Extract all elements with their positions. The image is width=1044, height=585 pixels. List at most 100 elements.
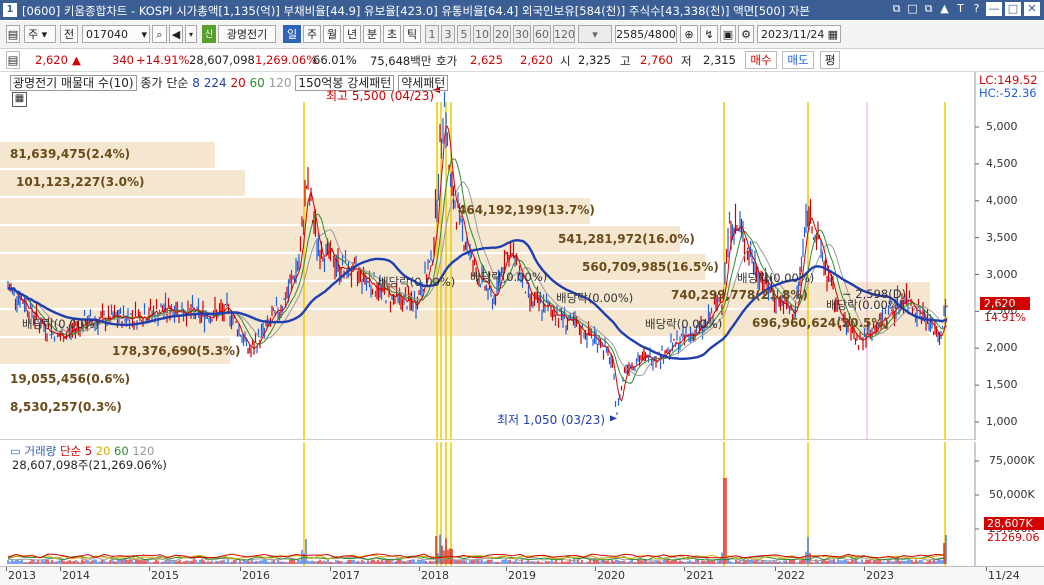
font-icon[interactable]: T bbox=[954, 2, 967, 16]
high-price: 2,760 bbox=[640, 53, 673, 67]
sell-button[interactable]: 매도 bbox=[782, 51, 814, 69]
save-icon[interactable]: ▣ bbox=[720, 25, 736, 43]
copy-icon[interactable]: ⧉ bbox=[922, 2, 935, 16]
vma-120[interactable]: 120 bbox=[132, 444, 154, 458]
profile-label: 696,960,624(20.5%) bbox=[752, 316, 889, 330]
stock-code-input[interactable]: 017040 ▾ bbox=[82, 25, 150, 43]
vma-60[interactable]: 60 bbox=[114, 444, 129, 458]
x-tick-label: 2013 bbox=[8, 569, 36, 582]
x-tick-label: 2022 bbox=[777, 569, 805, 582]
volume-ma-label[interactable]: 단순 bbox=[60, 444, 81, 458]
period-month-button[interactable]: 월 bbox=[323, 25, 341, 43]
window-title: [0600] 키움종합차트 - KOSPI 시가총액[1,135(억)] 부채비… bbox=[22, 4, 810, 18]
x-tick-mark bbox=[684, 567, 685, 571]
window-controls: ⧉ □ ⧉ ▲ T ? — □ ✕ bbox=[890, 2, 1040, 16]
minimize-button[interactable]: — bbox=[986, 2, 1002, 16]
vol-tick: 50,000K bbox=[989, 488, 1035, 501]
y-tick-label: 4,500 bbox=[986, 156, 1018, 170]
price-change-pct: +14.91% bbox=[136, 53, 190, 67]
market-select[interactable]: 주 ▾ bbox=[24, 25, 56, 43]
bid-price: 2,620 bbox=[520, 53, 553, 67]
last-volume-pct: 21269.06 bbox=[987, 531, 1040, 544]
minute-60-button[interactable]: 60 bbox=[533, 25, 551, 43]
custom-period-select[interactable]: ▾ bbox=[578, 25, 612, 43]
arrow-down-icon[interactable]: ▾ bbox=[185, 25, 197, 43]
low-price: 2,315 bbox=[703, 53, 736, 67]
profile-indicator-label[interactable]: 광명전기 매물대 수(10) bbox=[10, 75, 137, 91]
vol-tick: 75,000K bbox=[989, 454, 1035, 467]
volume-pct: 1,269.06% bbox=[255, 53, 318, 67]
ma-label[interactable]: 종가 단순 bbox=[140, 76, 188, 90]
help-icon[interactable]: ? bbox=[970, 2, 983, 16]
open-label: 시 bbox=[560, 54, 571, 68]
x-tick-mark bbox=[775, 567, 776, 571]
x-tick-label: 2018 bbox=[421, 569, 449, 582]
dividend-label: 배당락(0.00%) bbox=[645, 317, 723, 331]
y-tick-label: 2,000 bbox=[986, 341, 1018, 355]
y-tick-label: 1,500 bbox=[986, 378, 1018, 392]
buy-button[interactable]: 매수 bbox=[745, 51, 777, 69]
price-chart[interactable] bbox=[0, 72, 1044, 440]
period-second-button[interactable]: 초 bbox=[383, 25, 401, 43]
link-icon[interactable]: ⧉ bbox=[890, 2, 903, 16]
y-tick-label: 1,000 bbox=[986, 415, 1018, 428]
minute-5-button[interactable]: 5 bbox=[457, 25, 471, 43]
minute-10-button[interactable]: 10 bbox=[473, 25, 491, 43]
x-tick-mark bbox=[60, 567, 61, 571]
grid-icon[interactable]: ▦ bbox=[12, 92, 27, 107]
minute-3-button[interactable]: 3 bbox=[441, 25, 455, 43]
data-count-field[interactable]: 2585/4800 bbox=[615, 25, 677, 43]
list-icon[interactable]: ▤ bbox=[6, 25, 20, 43]
minute-1-button[interactable]: 1 bbox=[425, 25, 439, 43]
period-tick-button[interactable]: 틱 bbox=[403, 25, 421, 43]
vma-20[interactable]: 20 bbox=[96, 444, 111, 458]
period-year-button[interactable]: 년 bbox=[343, 25, 361, 43]
vma-5[interactable]: 5 bbox=[85, 444, 92, 458]
ma-120[interactable]: 120 bbox=[269, 76, 292, 90]
zoom-icon[interactable]: ⊕ bbox=[680, 25, 698, 43]
minute-120-button[interactable]: 120 bbox=[553, 25, 575, 43]
ma-20[interactable]: 20 bbox=[230, 76, 245, 90]
stock-code-value: 017040 bbox=[86, 28, 128, 41]
pin-icon[interactable]: ▲ bbox=[938, 2, 951, 16]
profile-label: 19,055,456(0.6%) bbox=[10, 372, 131, 386]
profile-label: 560,709,985(16.5%) bbox=[582, 260, 719, 274]
chart-type-icon[interactable]: ↯ bbox=[700, 25, 718, 43]
minute-20-button[interactable]: 20 bbox=[493, 25, 511, 43]
close-button[interactable]: ✕ bbox=[1024, 2, 1040, 16]
restore-icon[interactable]: □ bbox=[906, 2, 919, 16]
x-tick-mark bbox=[419, 567, 420, 571]
volume-title[interactable]: 거래량 bbox=[25, 444, 57, 458]
settings-icon[interactable]: ⚙ bbox=[738, 25, 754, 43]
range-note: ~ 2,598(D) bbox=[842, 287, 907, 301]
profile-label: 740,299,778(21.8%) bbox=[671, 288, 808, 302]
profile-label: 8,530,257(0.3%) bbox=[10, 400, 122, 414]
period-day-button[interactable]: 일 bbox=[283, 25, 301, 43]
ma-224[interactable]: 224 bbox=[204, 76, 227, 90]
ma-60[interactable]: 60 bbox=[250, 76, 265, 90]
stock-name-field[interactable]: 광명전기 bbox=[218, 25, 276, 43]
minute-30-button[interactable]: 30 bbox=[513, 25, 531, 43]
calendar-icon: ▦ bbox=[827, 28, 838, 41]
low-annotation: 최저 1,050 (03/23) bbox=[497, 413, 606, 427]
date-field[interactable]: 2023/11/24 ▦ bbox=[757, 25, 841, 43]
period-minute-button[interactable]: 분 bbox=[363, 25, 381, 43]
market-select-value: 주 bbox=[28, 28, 39, 41]
prev-button[interactable]: 전 bbox=[60, 25, 78, 43]
speaker-icon[interactable]: ◀ bbox=[169, 25, 183, 43]
ask-price: 2,625 bbox=[470, 53, 503, 67]
low-arrow-icon bbox=[610, 415, 617, 422]
ma-8[interactable]: 8 bbox=[192, 76, 200, 90]
evaluate-button[interactable]: 평 bbox=[820, 51, 840, 69]
maximize-button[interactable]: □ bbox=[1005, 2, 1021, 16]
order-icon[interactable]: ▤ bbox=[6, 51, 20, 69]
search-icon[interactable]: ⌕ bbox=[152, 25, 167, 43]
window-title-bar: 1 [0600] 키움종합차트 - KOSPI 시가총액[1,135(억)] 부… bbox=[0, 0, 1044, 20]
x-tick-label: 2021 bbox=[686, 569, 714, 582]
turnover-rate: 66.01% bbox=[313, 53, 357, 67]
last-volume-badge: 28,607K bbox=[984, 517, 1044, 530]
x-tick-label: 2020 bbox=[597, 569, 625, 582]
dividend-label: 배당락(0.00%) bbox=[378, 275, 456, 289]
period-week-button[interactable]: 주 bbox=[303, 25, 321, 43]
trade-amount: 75,648백만 bbox=[370, 54, 432, 68]
